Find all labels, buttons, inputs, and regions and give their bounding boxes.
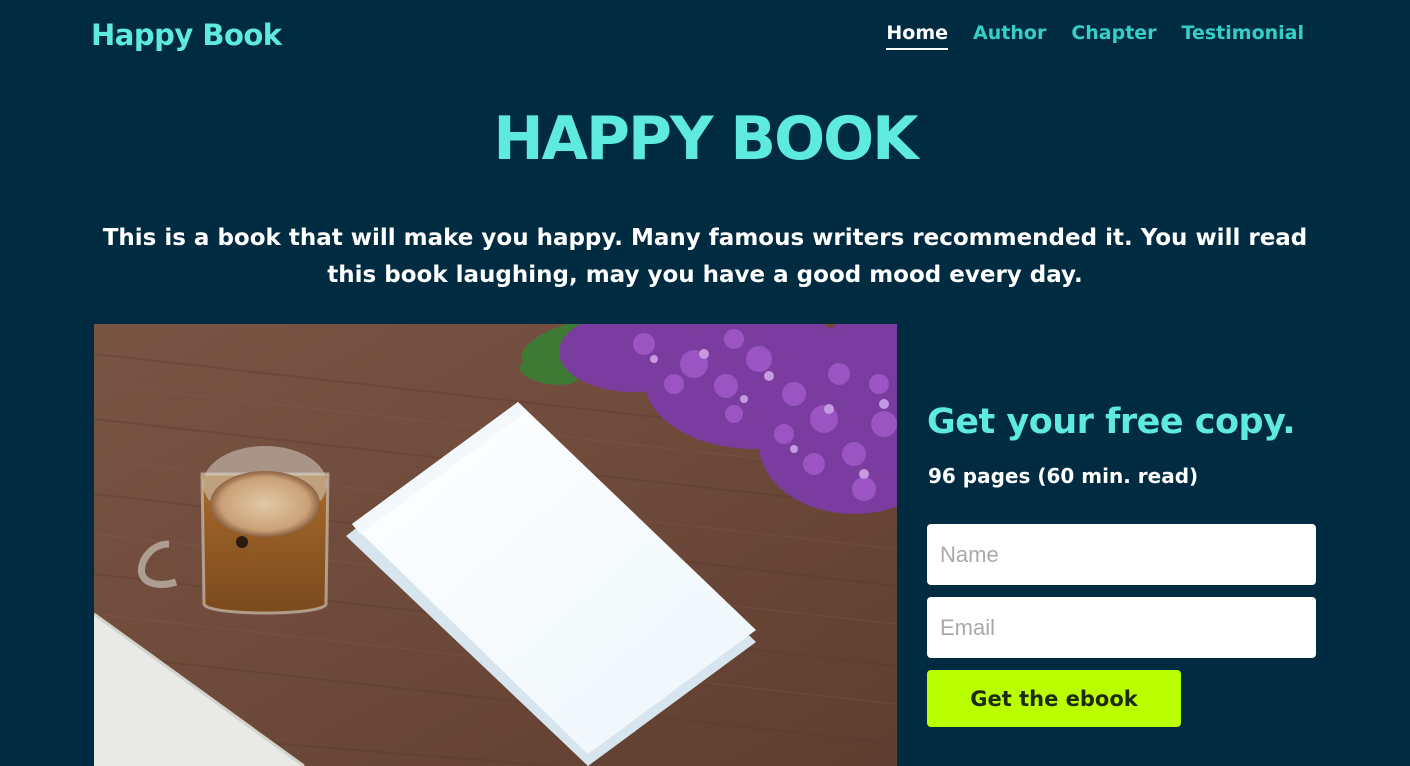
main-nav: Home Author Chapter Testimonial bbox=[886, 22, 1304, 50]
nav-link-testimonial[interactable]: Testimonial bbox=[1182, 22, 1304, 50]
brand-logo[interactable]: Happy Book bbox=[91, 18, 282, 52]
book-meta: 96 pages (60 min. read) bbox=[928, 464, 1199, 488]
email-input[interactable] bbox=[927, 597, 1316, 658]
get-ebook-button[interactable]: Get the ebook bbox=[927, 670, 1181, 727]
landing-page: Happy Book Home Author Chapter Testimoni… bbox=[0, 0, 1410, 766]
name-input[interactable] bbox=[927, 524, 1316, 585]
signup-title: Get your free copy. bbox=[927, 402, 1296, 442]
hero-description: This is a book that will make you happy.… bbox=[102, 225, 1308, 288]
hero-photo bbox=[94, 324, 897, 766]
nav-link-chapter[interactable]: Chapter bbox=[1071, 22, 1156, 50]
hero-title: HAPPY BOOK bbox=[493, 104, 918, 174]
nav-link-author[interactable]: Author bbox=[973, 22, 1046, 50]
nav-link-home[interactable]: Home bbox=[886, 22, 949, 50]
